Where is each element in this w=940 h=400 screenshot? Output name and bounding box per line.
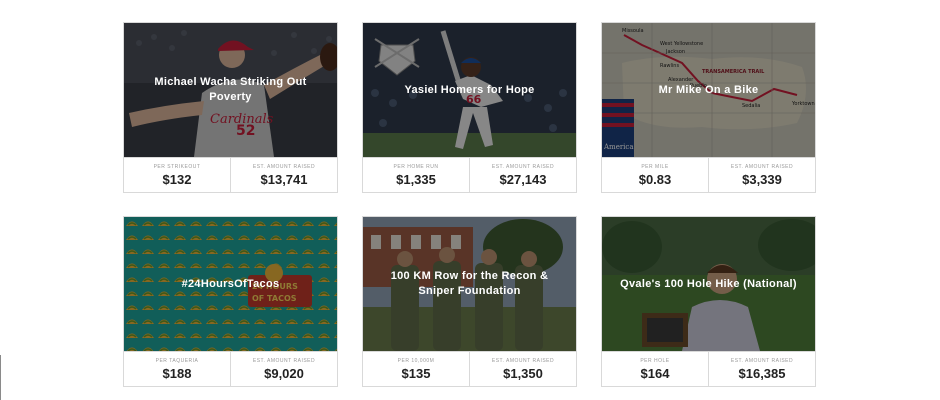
campaign-card-qvale[interactable]: Qvale's 100 Hole Hike (National) PER HOL… (601, 216, 816, 387)
rate-label: PER HOME RUN (393, 163, 439, 170)
campaign-card-mr-mike[interactable]: Missoula West Yellowstone Jackson Rawlin… (601, 22, 816, 193)
raised-label: EST. AMOUNT RAISED (491, 163, 555, 170)
raised-stat: EST. AMOUNT RAISED $3,339 (708, 158, 815, 193)
campaign-title[interactable]: Qvale's 100 Hole Hike (National) (612, 217, 805, 351)
left-edge-divider (0, 355, 1, 400)
raised-stat: EST. AMOUNT RAISED $16,385 (708, 352, 815, 387)
campaign-thumbnail[interactable]: Cardinals 52 Michael Wacha Striking Out … (124, 23, 337, 157)
rate-value: $188 (162, 365, 192, 381)
raised-stat: EST. AMOUNT RAISED $1,350 (469, 352, 576, 387)
raised-value: $16,385 (738, 365, 786, 381)
rate-stat: PER HOLE $164 (602, 352, 708, 387)
raised-value: $9,020 (264, 365, 304, 381)
rate-label: PER HOLE (640, 357, 670, 364)
rate-stat: PER HOME RUN $1,335 (363, 158, 469, 193)
raised-stat: EST. AMOUNT RAISED $13,741 (230, 158, 337, 193)
raised-value: $27,143 (499, 171, 547, 187)
rate-value: $132 (162, 171, 192, 187)
campaign-stats: PER MILE $0.83 EST. AMOUNT RAISED $3,339 (602, 157, 815, 193)
raised-label: EST. AMOUNT RAISED (252, 357, 316, 364)
rate-value: $164 (640, 365, 670, 381)
raised-stat: EST. AMOUNT RAISED $27,143 (469, 158, 576, 193)
campaign-stats: PER 10,000M $135 EST. AMOUNT RAISED $1,3… (363, 351, 576, 387)
rate-value: $0.83 (638, 171, 672, 187)
rate-label: PER 10,000M (397, 357, 435, 364)
campaign-title[interactable]: Yasiel Homers for Hope (373, 23, 566, 157)
campaign-title[interactable]: Mr Mike On a Bike (612, 23, 805, 157)
campaign-title[interactable]: Michael Wacha Striking Out Poverty (134, 23, 327, 157)
campaign-thumbnail[interactable]: Missoula West Yellowstone Jackson Rawlin… (602, 23, 815, 157)
campaign-title[interactable]: #24HoursOfTacos (134, 217, 327, 351)
raised-label: EST. AMOUNT RAISED (730, 357, 794, 364)
raised-value: $1,350 (503, 365, 543, 381)
campaign-card-wacha[interactable]: Cardinals 52 Michael Wacha Striking Out … (123, 22, 338, 193)
campaign-card-recon-sniper[interactable]: 100 KM Row for the Recon & Sniper Founda… (362, 216, 577, 387)
campaign-thumbnail[interactable]: 24 HOURS OF TACOS #24HoursOfTacos (124, 217, 337, 351)
raised-value: $3,339 (742, 171, 782, 187)
campaign-thumbnail[interactable]: 66 Yasiel Homers for Hope (363, 23, 576, 157)
rate-label: PER TAQUERIA (155, 357, 199, 364)
raised-stat: EST. AMOUNT RAISED $9,020 (230, 352, 337, 387)
campaign-thumbnail[interactable]: Qvale's 100 Hole Hike (National) (602, 217, 815, 351)
raised-label: EST. AMOUNT RAISED (730, 163, 794, 170)
raised-value: $13,741 (260, 171, 308, 187)
rate-label: PER MILE (641, 163, 669, 170)
rate-value: $135 (401, 365, 431, 381)
rate-stat: PER 10,000M $135 (363, 352, 469, 387)
campaign-card-tacos[interactable]: 24 HOURS OF TACOS #24HoursOfTacos PER TA… (123, 216, 338, 387)
rate-label: PER STRIKEOUT (153, 163, 201, 170)
campaign-thumbnail[interactable]: 100 KM Row for the Recon & Sniper Founda… (363, 217, 576, 351)
raised-label: EST. AMOUNT RAISED (252, 163, 316, 170)
rate-value: $1,335 (396, 171, 436, 187)
campaign-stats: PER HOME RUN $1,335 EST. AMOUNT RAISED $… (363, 157, 576, 193)
campaign-stats: PER HOLE $164 EST. AMOUNT RAISED $16,385 (602, 351, 815, 387)
rate-stat: PER TAQUERIA $188 (124, 352, 230, 387)
rate-stat: PER MILE $0.83 (602, 158, 708, 193)
campaign-title[interactable]: 100 KM Row for the Recon & Sniper Founda… (373, 217, 566, 351)
raised-label: EST. AMOUNT RAISED (491, 357, 555, 364)
campaign-stats: PER STRIKEOUT $132 EST. AMOUNT RAISED $1… (124, 157, 337, 193)
campaign-stats: PER TAQUERIA $188 EST. AMOUNT RAISED $9,… (124, 351, 337, 387)
campaign-card-yasiel[interactable]: 66 Yasiel Homers for Hope PER HOME RUN $… (362, 22, 577, 193)
rate-stat: PER STRIKEOUT $132 (124, 158, 230, 193)
